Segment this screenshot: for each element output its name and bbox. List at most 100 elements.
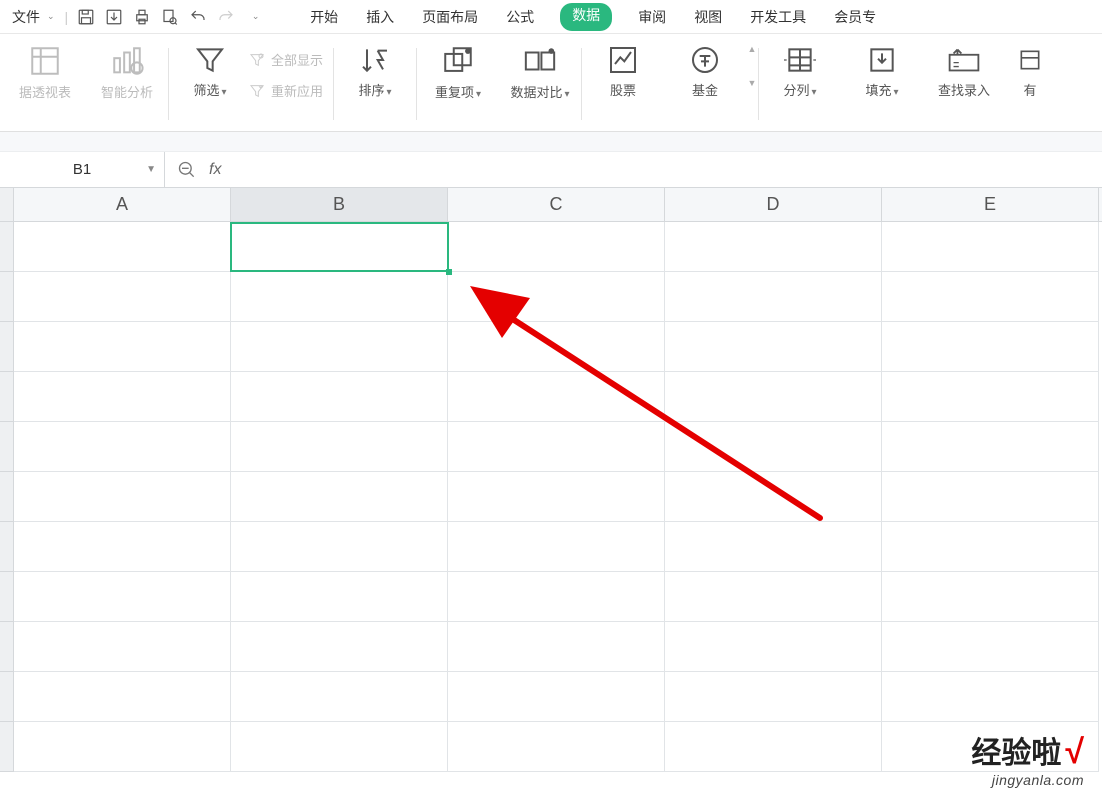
cell[interactable] [14,322,231,372]
cell[interactable] [882,622,1099,672]
cell[interactable] [665,622,882,672]
cell[interactable] [231,672,448,722]
cell[interactable] [448,422,665,472]
row-header[interactable] [0,222,14,272]
spreadsheet-grid[interactable]: A B C D E [0,188,1102,772]
cell[interactable] [882,672,1099,722]
row-header[interactable] [0,522,14,572]
tab-view[interactable]: 视图 [692,3,724,31]
row-header[interactable] [0,472,14,522]
cell[interactable] [665,722,882,772]
cell[interactable] [448,622,665,672]
cell[interactable] [665,322,882,372]
row-header[interactable] [0,322,14,372]
cell[interactable] [448,472,665,522]
cell[interactable] [665,422,882,472]
cell[interactable] [882,422,1099,472]
cell[interactable] [448,672,665,722]
row-header[interactable] [0,422,14,472]
cell[interactable] [882,522,1099,572]
row-header[interactable] [0,722,14,772]
cell[interactable] [231,422,448,472]
cell[interactable] [665,372,882,422]
tab-member[interactable]: 会员专 [832,3,878,31]
cell[interactable] [14,672,231,722]
cell[interactable] [665,672,882,722]
cell[interactable] [882,572,1099,622]
tab-start[interactable]: 开始 [308,3,340,31]
fx-label[interactable]: fx [209,161,221,179]
cell[interactable] [665,472,882,522]
column-header-b[interactable]: B [231,188,448,221]
validation-button[interactable]: 有 [1015,44,1045,105]
cell[interactable] [448,522,665,572]
cell[interactable] [448,322,665,372]
compare-button[interactable]: 数据对比 [509,44,571,107]
fill-button[interactable]: 填充 [851,44,913,105]
cell[interactable] [14,572,231,622]
file-menu[interactable]: 文件 ⌄ [6,5,61,29]
cell[interactable] [448,572,665,622]
cell[interactable] [14,422,231,472]
tab-data[interactable]: 数据 [560,3,612,31]
cell[interactable] [665,222,882,272]
cell[interactable] [14,622,231,672]
fill-handle[interactable] [446,269,452,275]
duplicates-button[interactable]: 重复项 [427,44,489,107]
cell[interactable] [882,372,1099,422]
formula-input[interactable] [233,161,1090,178]
column-header-a[interactable]: A [14,188,231,221]
cell[interactable] [231,572,448,622]
tab-review[interactable]: 审阅 [636,3,668,31]
split-column-button[interactable]: 分列 [769,44,831,105]
cell[interactable] [665,572,882,622]
cell[interactable] [231,622,448,672]
cell[interactable] [14,522,231,572]
cell[interactable] [14,222,231,272]
zoom-out-icon[interactable] [177,160,197,180]
cell[interactable] [231,522,448,572]
scroll-control[interactable]: ▲▼ [746,44,758,88]
cell[interactable] [231,272,448,322]
cell[interactable] [448,222,665,272]
column-header-d[interactable]: D [665,188,882,221]
cell[interactable] [448,372,665,422]
row-header[interactable] [0,372,14,422]
cell[interactable] [231,472,448,522]
cell[interactable] [14,372,231,422]
cell[interactable] [448,272,665,322]
row-header[interactable] [0,572,14,622]
row-header[interactable] [0,622,14,672]
column-header-c[interactable]: C [448,188,665,221]
stock-button[interactable]: 股票 [592,44,654,105]
row-header[interactable] [0,272,14,322]
sort-button[interactable]: 排序 [344,44,406,105]
column-header-e[interactable]: E [882,188,1099,221]
tab-insert[interactable]: 插入 [364,3,396,31]
cell[interactable] [448,722,665,772]
save-icon[interactable] [72,3,100,31]
cell[interactable] [882,322,1099,372]
quickaccess-dropdown-icon[interactable]: ⌄ [240,3,268,31]
undo-icon[interactable] [184,3,212,31]
cell[interactable] [14,272,231,322]
tab-formula[interactable]: 公式 [504,3,536,31]
select-all-corner[interactable] [0,188,14,222]
name-box[interactable]: B1 ▼ [0,152,165,188]
print-preview-icon[interactable] [156,3,184,31]
row-header[interactable] [0,672,14,722]
cell[interactable] [231,322,448,372]
cell[interactable] [231,722,448,772]
cell[interactable] [882,272,1099,322]
cell[interactable] [665,272,882,322]
cell[interactable] [882,472,1099,522]
filter-button[interactable]: 筛选 [179,44,241,105]
cell[interactable] [665,522,882,572]
tab-devtools[interactable]: 开发工具 [748,3,808,31]
tab-page-layout[interactable]: 页面布局 [420,3,480,31]
find-input-button[interactable]: 查找录入 [933,44,995,105]
cell[interactable] [14,472,231,522]
saveas-icon[interactable] [100,3,128,31]
fund-button[interactable]: 基金 [674,44,736,105]
cell[interactable] [231,372,448,422]
